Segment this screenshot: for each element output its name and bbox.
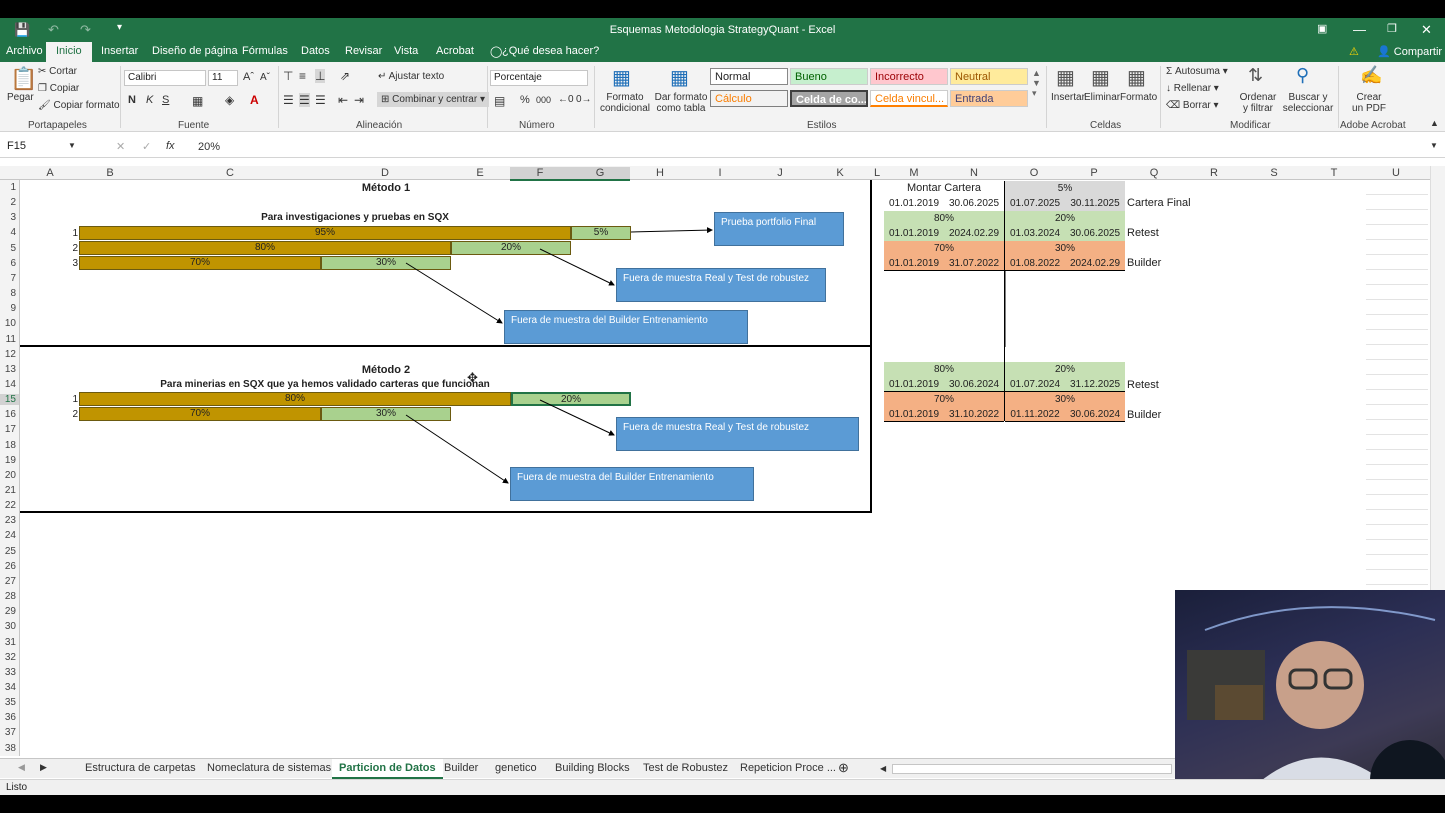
date-cell: 31.12.2025 <box>1065 377 1125 392</box>
date-cell: 2024.02.29 <box>944 226 1004 241</box>
cartera-pct: 5% <box>1005 181 1125 196</box>
cartera-pct: 80% <box>884 211 1004 226</box>
row-label: Retest <box>1127 227 1159 239</box>
cartera-pct: 30% <box>1005 392 1125 407</box>
date-cell: 31.10.2022 <box>944 407 1004 422</box>
webcam-overlay <box>1175 590 1445 813</box>
date-cell: 01.01.2019 <box>884 256 944 271</box>
date-cell: 01.07.2024 <box>1005 377 1065 392</box>
arrow <box>405 262 503 324</box>
date-cell: 30.11.2025 <box>1065 196 1125 211</box>
row-label: Retest <box>1127 379 1159 391</box>
arrow <box>405 414 509 484</box>
date-cell: 01.01.2019 <box>884 226 944 241</box>
bottom-black-bar <box>0 795 1445 813</box>
sheet-tab[interactable]: Test de Robustez <box>643 762 728 774</box>
hscroll-left-icon[interactable]: ◀ <box>880 764 886 773</box>
row-label: Cartera Final <box>1127 197 1191 209</box>
date-cell: 01.08.2022 <box>1005 256 1065 271</box>
row-label: Builder <box>1127 409 1162 421</box>
date-cell: 01.11.2022 <box>1005 407 1065 422</box>
excel-window: 💾 ↶ ↷ ▾ Esquemas Metodologia StrategyQua… <box>0 0 1445 813</box>
cartera-pct: 20% <box>1005 211 1125 226</box>
sheet-tab[interactable]: Repeticion Proce ... <box>740 762 836 774</box>
arrow <box>539 399 615 436</box>
horizontal-scrollbar[interactable] <box>892 764 1172 774</box>
cartera-pct: 70% <box>884 241 1004 256</box>
presenter-video <box>1187 606 1445 813</box>
sheet-tabs-bar: ◀ ▶ Estructura de carpetas Nomeclatura d… <box>0 758 1175 779</box>
cartera-pct: 20% <box>1005 362 1125 377</box>
cartera-pct: 70% <box>884 392 1004 407</box>
add-sheet-icon[interactable]: ⊕ <box>838 760 849 776</box>
date-cell: 30.06.2024 <box>1065 407 1125 422</box>
cartera-divider <box>1004 181 1005 421</box>
row-label: Builder <box>1127 257 1162 269</box>
next-sheet-icon[interactable]: ▶ <box>40 762 47 773</box>
status-text: Listo <box>6 782 28 793</box>
sheet-tab[interactable]: Nomeclatura de sistemas <box>207 762 331 774</box>
cartera-header: Montar Cartera <box>907 182 981 194</box>
status-bar: Listo <box>0 779 1445 795</box>
sheet-tab[interactable]: genetico <box>495 762 537 774</box>
date-cell: 31.07.2022 <box>944 256 1004 271</box>
date-cell: 01.07.2025 <box>1005 196 1065 211</box>
date-cell: 30.06.2025 <box>948 198 1000 209</box>
date-cell: 01.01.2019 <box>884 407 944 422</box>
date-cell: 30.06.2024 <box>944 377 1004 392</box>
sheet-tab-active[interactable]: Particion de Datos <box>332 759 443 779</box>
date-cell: 01.01.2019 <box>884 377 944 392</box>
cartera-pct: 80% <box>884 362 1004 377</box>
cursor-move-icon: ✥ <box>467 370 478 385</box>
date-cell: 2024.02.29 <box>1065 256 1125 271</box>
date-cell: 30.06.2025 <box>1065 226 1125 241</box>
prev-sheet-icon[interactable]: ◀ <box>18 762 25 773</box>
arrow <box>630 227 713 234</box>
arrow <box>539 248 615 286</box>
sheet-tab[interactable]: Estructura de carpetas <box>85 762 196 774</box>
cartera-pct: 30% <box>1005 241 1125 256</box>
sheet-tab[interactable]: Builder <box>444 762 478 774</box>
date-cell: 01.01.2019 <box>888 198 940 209</box>
sheet-tab[interactable]: Building Blocks <box>555 762 630 774</box>
date-cell: 01.03.2024 <box>1005 226 1065 241</box>
